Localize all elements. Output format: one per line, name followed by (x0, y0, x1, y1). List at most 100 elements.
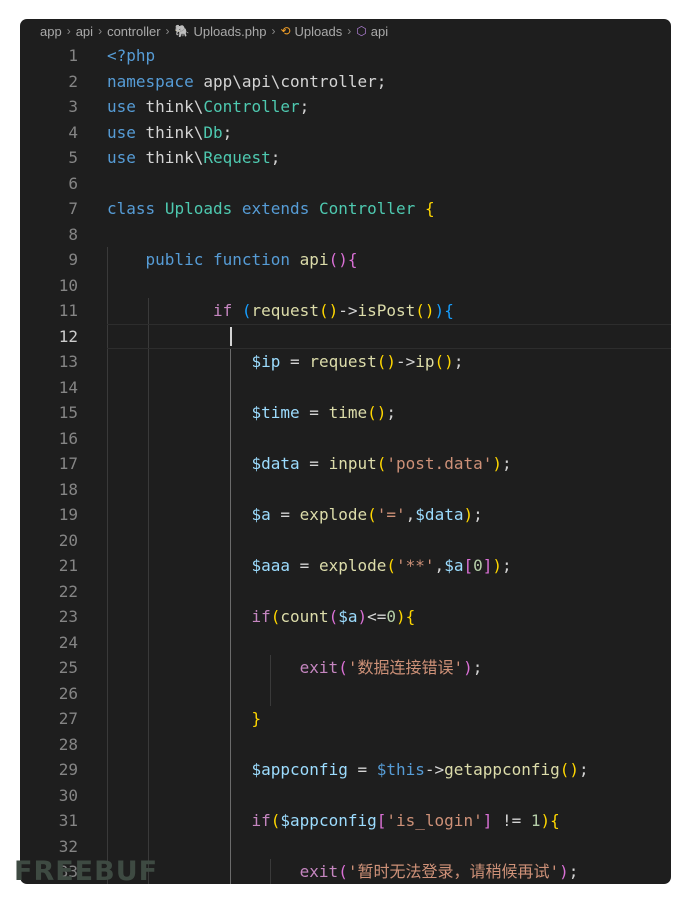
code-line[interactable]: 15 $time = time(); (20, 400, 671, 426)
code-token: -> (338, 301, 358, 320)
code-token: ( (241, 301, 252, 320)
breadcrumb-separator-icon: › (347, 24, 352, 38)
code-line[interactable]: 28 (20, 732, 671, 758)
code-line[interactable]: 23 if(count($a)<=0){ (20, 604, 671, 630)
breadcrumb-item[interactable]: app (40, 24, 62, 39)
line-number: 19 (58, 505, 78, 524)
line-number: 3 (68, 97, 78, 116)
breadcrumb-item[interactable]: ⟲ Uploads (280, 24, 342, 39)
breadcrumb-item[interactable]: api (76, 24, 93, 39)
code-text: } (107, 706, 262, 732)
breadcrumb-item[interactable]: controller (107, 24, 160, 39)
watermark-logo: FREEBUF (14, 856, 159, 887)
code-line[interactable]: 6 (20, 171, 671, 197)
code-line[interactable]: 24 (20, 630, 671, 656)
class-icon: ⟲ (280, 24, 291, 38)
code-line[interactable]: 29 $appconfig = $this->getappconfig(); (20, 757, 671, 783)
code-line[interactable]: 18 (20, 477, 671, 503)
line-number: 15 (58, 403, 78, 422)
code-line[interactable]: 26 (20, 681, 671, 707)
code-token: ; (579, 760, 589, 779)
code-line[interactable]: 20 (20, 528, 671, 554)
code-line[interactable]: 31 if($appconfig['is_login'] != 1){ (20, 808, 671, 834)
code-text: $a = explode('=',$data); (107, 502, 483, 528)
code-token: ] (482, 556, 493, 575)
code-text: class Uploads extends Controller { (107, 196, 435, 222)
code-token: input (328, 454, 377, 473)
code-token: $data (415, 505, 464, 524)
code-token: $a (338, 607, 358, 626)
code-line[interactable]: 8 (20, 222, 671, 248)
code-line[interactable]: 4 use think\Db; (20, 120, 671, 146)
code-token: [ (376, 811, 387, 830)
code-line[interactable]: 12 (20, 323, 671, 350)
code-line[interactable]: 1 <?php (20, 43, 671, 69)
code-token: Request (203, 148, 271, 167)
code-token: () (559, 760, 580, 779)
code-line[interactable]: 13 $ip = request()->ip(); (20, 349, 671, 375)
code-token: ; (453, 352, 464, 371)
code-token: ( (367, 505, 377, 524)
code-token: use (107, 148, 136, 167)
code-token: 1 (530, 811, 541, 830)
code-token: $this (376, 760, 425, 779)
code-editor[interactable]: 1 <?php 2 namespace app\api\controller; 3 use… (20, 43, 671, 884)
code-token: ) (463, 658, 473, 677)
code-token: '=' (376, 505, 406, 524)
code-line[interactable]: 5 use think\Request; (20, 145, 671, 171)
code-line[interactable]: 11 if (request()->isPost()){ (20, 298, 671, 324)
code-line[interactable]: 25 exit('数据连接错误'); (20, 655, 671, 681)
current-line-highlight (107, 323, 671, 349)
code-line[interactable]: 3 use think\Controller; (20, 94, 671, 120)
code-line[interactable]: 7 class Uploads extends Controller { (20, 196, 671, 222)
line-number: 5 (68, 148, 78, 167)
code-token: 0 (473, 556, 483, 575)
code-token: ) (396, 607, 406, 626)
code-token: '**' (396, 556, 435, 575)
breadcrumb-item[interactable]: 🐘 Uploads.php (175, 24, 267, 39)
code-token: = (299, 403, 329, 422)
line-number: 9 (68, 250, 78, 269)
code-line[interactable]: 30 (20, 783, 671, 809)
code-token: getappconfig (444, 760, 560, 779)
code-token: ; (222, 122, 233, 142)
code-token: isPost (357, 301, 416, 320)
code-line[interactable]: 17 $data = input('post.data'); (20, 451, 671, 477)
code-token: -> (424, 760, 445, 779)
code-line[interactable]: 9 public function api(){ (20, 247, 671, 273)
code-token: = (347, 760, 377, 779)
code-token: exit (299, 862, 339, 881)
code-line[interactable]: 22 (20, 579, 671, 605)
code-token: ) (463, 505, 474, 524)
line-number: 8 (68, 224, 78, 244)
code-token: ) (492, 556, 503, 575)
php-file-icon: 🐘 (174, 24, 190, 38)
editor-window: app › api › controller › 🐘 Uploads.php › ⟲ Uploads… (20, 19, 671, 884)
code-token: ) (492, 454, 502, 473)
code-line[interactable]: 19 $a = explode('=',$data); (20, 502, 671, 528)
code-token: $appconfig (251, 760, 348, 779)
code-line[interactable]: 10 (20, 273, 671, 299)
code-line[interactable]: 27 } (20, 706, 671, 732)
code-line[interactable]: 16 (20, 426, 671, 452)
code-line[interactable]: 14 (20, 375, 671, 401)
code-token: ; (299, 97, 310, 116)
code-token: ; (386, 403, 397, 422)
line-number: 14 (58, 377, 78, 397)
code-line[interactable]: 2 namespace app\api\controller; (20, 69, 671, 95)
code-token: explode (299, 505, 368, 524)
breadcrumb-item[interactable]: ⬡ api (356, 24, 388, 39)
code-token: Controller (203, 97, 300, 116)
code-token: { (550, 811, 560, 830)
code-line[interactable]: 21 $aaa = explode('**',$a[0]); (20, 553, 671, 579)
line-number: 29 (58, 760, 78, 779)
code-token: $aaa (251, 556, 291, 575)
